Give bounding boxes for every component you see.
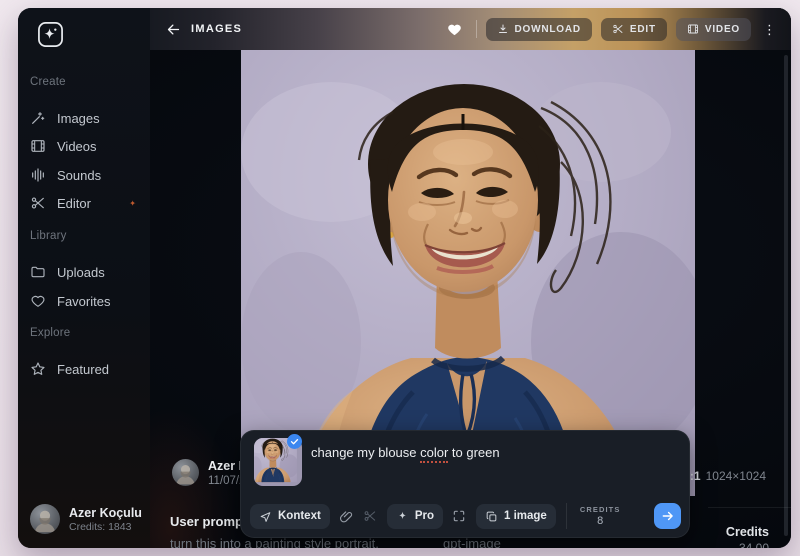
- sidebar-item-featured[interactable]: Featured: [22, 355, 146, 383]
- download-icon: [497, 23, 509, 35]
- heart-icon: [30, 293, 46, 309]
- paper-plane-icon: [259, 510, 272, 523]
- prompt-composer: change my blouse color to green Kontext …: [240, 430, 690, 538]
- sidebar-item-label: Editor: [57, 196, 91, 211]
- user-name: Azer Koçulu: [69, 506, 142, 521]
- send-button[interactable]: [654, 503, 681, 529]
- sidebar-item-label: Images: [57, 111, 100, 126]
- generation-cost: CREDITS 8: [580, 505, 621, 527]
- film-icon: [30, 138, 46, 154]
- viewer-pane: IMAGES DOWNLOAD EDIT VIDEO ⋮: [150, 8, 791, 548]
- sidebar-item-label: Sounds: [57, 168, 101, 183]
- folder-icon: [30, 264, 46, 280]
- image-meta: 1:11024×1024: [683, 469, 766, 483]
- spellcheck-word: color: [420, 445, 448, 463]
- copies-icon: [485, 510, 498, 523]
- sidebar-section-create: Create: [30, 76, 66, 88]
- favorite-heart-icon[interactable]: [446, 21, 463, 38]
- sidebar-section-library: Library: [30, 230, 67, 242]
- sidebar-item-sounds[interactable]: Sounds: [22, 161, 146, 189]
- sidebar-item-label: Videos: [57, 139, 97, 154]
- credits-footer: Credits 34.00: [708, 507, 791, 548]
- sidebar-item-uploads[interactable]: Uploads: [22, 258, 146, 286]
- sidebar: Create Images Videos Sounds Editor ✦ Lib…: [18, 8, 150, 548]
- selected-check-badge: [287, 434, 302, 449]
- sidebar-item-label: Favorites: [57, 294, 110, 309]
- new-badge-dot: ✦: [129, 199, 136, 208]
- attach-paperclip-icon[interactable]: [339, 509, 354, 524]
- back-arrow-icon: [166, 22, 181, 37]
- kontext-model-button[interactable]: Kontext: [250, 504, 330, 529]
- sidebar-item-videos[interactable]: Videos: [22, 132, 146, 160]
- sidebar-item-editor[interactable]: Editor ✦: [22, 189, 146, 217]
- avatar: [172, 459, 199, 486]
- back-to-images-button[interactable]: IMAGES: [166, 22, 242, 37]
- pro-mode-button[interactable]: Pro: [387, 504, 443, 529]
- scrollbar[interactable]: [784, 55, 788, 536]
- sidebar-user[interactable]: Azer Koçulu Credits: 1843: [30, 504, 142, 534]
- sidebar-item-images[interactable]: Images: [22, 104, 146, 132]
- breadcrumb: IMAGES: [191, 23, 242, 35]
- waveform-icon: [30, 167, 46, 183]
- divider: [476, 20, 477, 38]
- video-button[interactable]: VIDEO: [676, 18, 751, 41]
- star-icon: [30, 361, 46, 377]
- credits-value: 34.00: [739, 541, 769, 548]
- sidebar-section-explore: Explore: [30, 327, 70, 339]
- credits-label: Credits: [726, 525, 769, 539]
- avatar: [30, 504, 60, 534]
- image-size: 1024×1024: [706, 469, 766, 483]
- download-button[interactable]: DOWNLOAD: [486, 18, 592, 41]
- user-credits: Credits: 1843: [69, 521, 142, 533]
- generated-image[interactable]: [241, 42, 695, 496]
- sidebar-item-favorites[interactable]: Favorites: [22, 287, 146, 315]
- topbar-actions: DOWNLOAD EDIT VIDEO ⋮: [446, 8, 780, 50]
- viewer-topbar: IMAGES DOWNLOAD EDIT VIDEO ⋮: [150, 8, 791, 50]
- wand-icon: [30, 110, 46, 126]
- credits-value: 8: [597, 515, 603, 527]
- edit-button[interactable]: EDIT: [601, 18, 667, 41]
- scissors-icon: [30, 195, 46, 211]
- sidebar-item-label: Uploads: [57, 265, 105, 280]
- sparkle-star-icon: [396, 510, 409, 523]
- sidebar-item-label: Featured: [57, 362, 109, 377]
- film-icon: [687, 23, 699, 35]
- scissors-icon: [612, 23, 624, 35]
- expand-icon[interactable]: [452, 509, 467, 524]
- divider: [566, 503, 567, 529]
- app-logo-icon[interactable]: [37, 21, 64, 48]
- image-count-button[interactable]: 1 image: [476, 504, 556, 529]
- app-window: Create Images Videos Sounds Editor ✦ Lib…: [18, 8, 791, 548]
- prompt-input[interactable]: change my blouse color to green: [311, 445, 500, 460]
- more-options-kebab-icon[interactable]: ⋮: [760, 23, 779, 36]
- credits-label: CREDITS: [580, 505, 621, 514]
- scissors-icon[interactable]: [363, 509, 378, 524]
- composer-toolbar: Kontext Pro 1 image: [250, 503, 681, 529]
